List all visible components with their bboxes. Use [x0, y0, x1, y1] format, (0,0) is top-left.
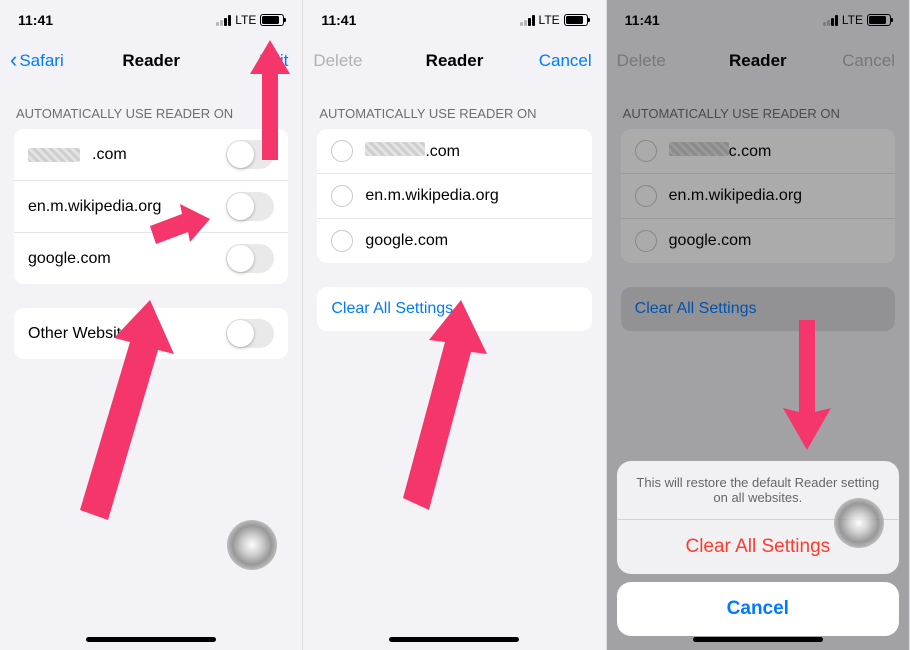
other-label: Other Websites: [28, 325, 138, 343]
site-row: en.m.wikipedia.org: [14, 181, 288, 233]
toggle-switch[interactable]: [226, 192, 274, 221]
section-header: AUTOMATICALLY USE READER ON: [303, 82, 605, 129]
nav-bar: ‹ Safari Reader Edit: [0, 40, 302, 82]
site-row[interactable]: .com: [317, 129, 591, 174]
battery-icon: [260, 14, 284, 26]
page-title: Reader: [426, 51, 484, 71]
redacted-text: [28, 148, 80, 162]
chevron-left-icon: ‹: [10, 47, 17, 73]
annotation-arrow-icon: [403, 300, 493, 510]
site-selectable: en.m.wikipedia.org: [331, 185, 498, 207]
cancel-button[interactable]: Cancel: [539, 51, 592, 71]
home-indicator[interactable]: [693, 637, 823, 642]
screen-normal: 11:41 LTE ‹ Safari Reader Edit AUTOMATIC…: [0, 0, 303, 650]
action-sheet-cancel-button[interactable]: Cancel: [617, 582, 899, 636]
action-sheet: This will restore the default Reader set…: [617, 461, 899, 636]
page-title: Reader: [122, 51, 180, 71]
signal-icon: [216, 15, 231, 26]
site-label: .com: [365, 142, 460, 161]
battery-icon: [564, 14, 588, 26]
nav-bar: Delete Reader Cancel: [303, 40, 605, 82]
site-label: en.m.wikipedia.org: [365, 187, 498, 205]
site-selectable: google.com: [331, 230, 448, 252]
section-header: AUTOMATICALLY USE READER ON: [0, 82, 302, 129]
home-indicator[interactable]: [86, 637, 216, 642]
network-label: LTE: [539, 13, 560, 27]
assistive-touch-icon[interactable]: [834, 498, 884, 548]
clear-label: Clear All Settings: [331, 300, 453, 318]
network-label: LTE: [235, 13, 256, 27]
site-selectable: .com: [331, 140, 460, 162]
status-bar: 11:41 LTE: [303, 0, 605, 40]
redacted-text: [365, 142, 425, 156]
site-row[interactable]: en.m.wikipedia.org: [317, 174, 591, 219]
status-indicators: LTE: [520, 13, 588, 27]
other-group: Other Websites: [14, 308, 288, 359]
radio-icon[interactable]: [331, 185, 353, 207]
edit-button[interactable]: Edit: [259, 51, 288, 71]
status-time: 11:41: [321, 12, 356, 28]
other-websites-row: Other Websites: [14, 308, 288, 359]
radio-icon[interactable]: [331, 140, 353, 162]
toggle-switch[interactable]: [226, 140, 274, 169]
radio-icon[interactable]: [331, 230, 353, 252]
screen-actionsheet: 11:41 LTE Delete Reader Cancel AUTOMATIC…: [607, 0, 910, 650]
clear-all-button[interactable]: Clear All Settings: [317, 287, 591, 331]
site-row: google.com: [14, 233, 288, 284]
sites-group: .com en.m.wikipedia.org google.com: [317, 129, 591, 263]
signal-icon: [520, 15, 535, 26]
clear-group: Clear All Settings: [317, 287, 591, 331]
back-button[interactable]: ‹ Safari: [10, 48, 64, 74]
delete-button[interactable]: Delete: [313, 51, 362, 71]
site-label: .com: [28, 146, 127, 164]
home-indicator[interactable]: [389, 637, 519, 642]
toggle-switch[interactable]: [226, 244, 274, 273]
sites-group: .com en.m.wikipedia.org google.com: [14, 129, 288, 284]
status-time: 11:41: [18, 12, 53, 28]
site-row: .com: [14, 129, 288, 181]
status-indicators: LTE: [216, 13, 284, 27]
site-row[interactable]: google.com: [317, 219, 591, 263]
back-label: Safari: [19, 51, 63, 71]
toggle-switch[interactable]: [226, 319, 274, 348]
screen-edit: 11:41 LTE Delete Reader Cancel AUTOMATIC…: [303, 0, 606, 650]
site-label: en.m.wikipedia.org: [28, 198, 161, 216]
site-label: google.com: [365, 232, 448, 250]
site-label: google.com: [28, 250, 111, 268]
assistive-touch-icon[interactable]: [227, 520, 277, 570]
status-bar: 11:41 LTE: [0, 0, 302, 40]
